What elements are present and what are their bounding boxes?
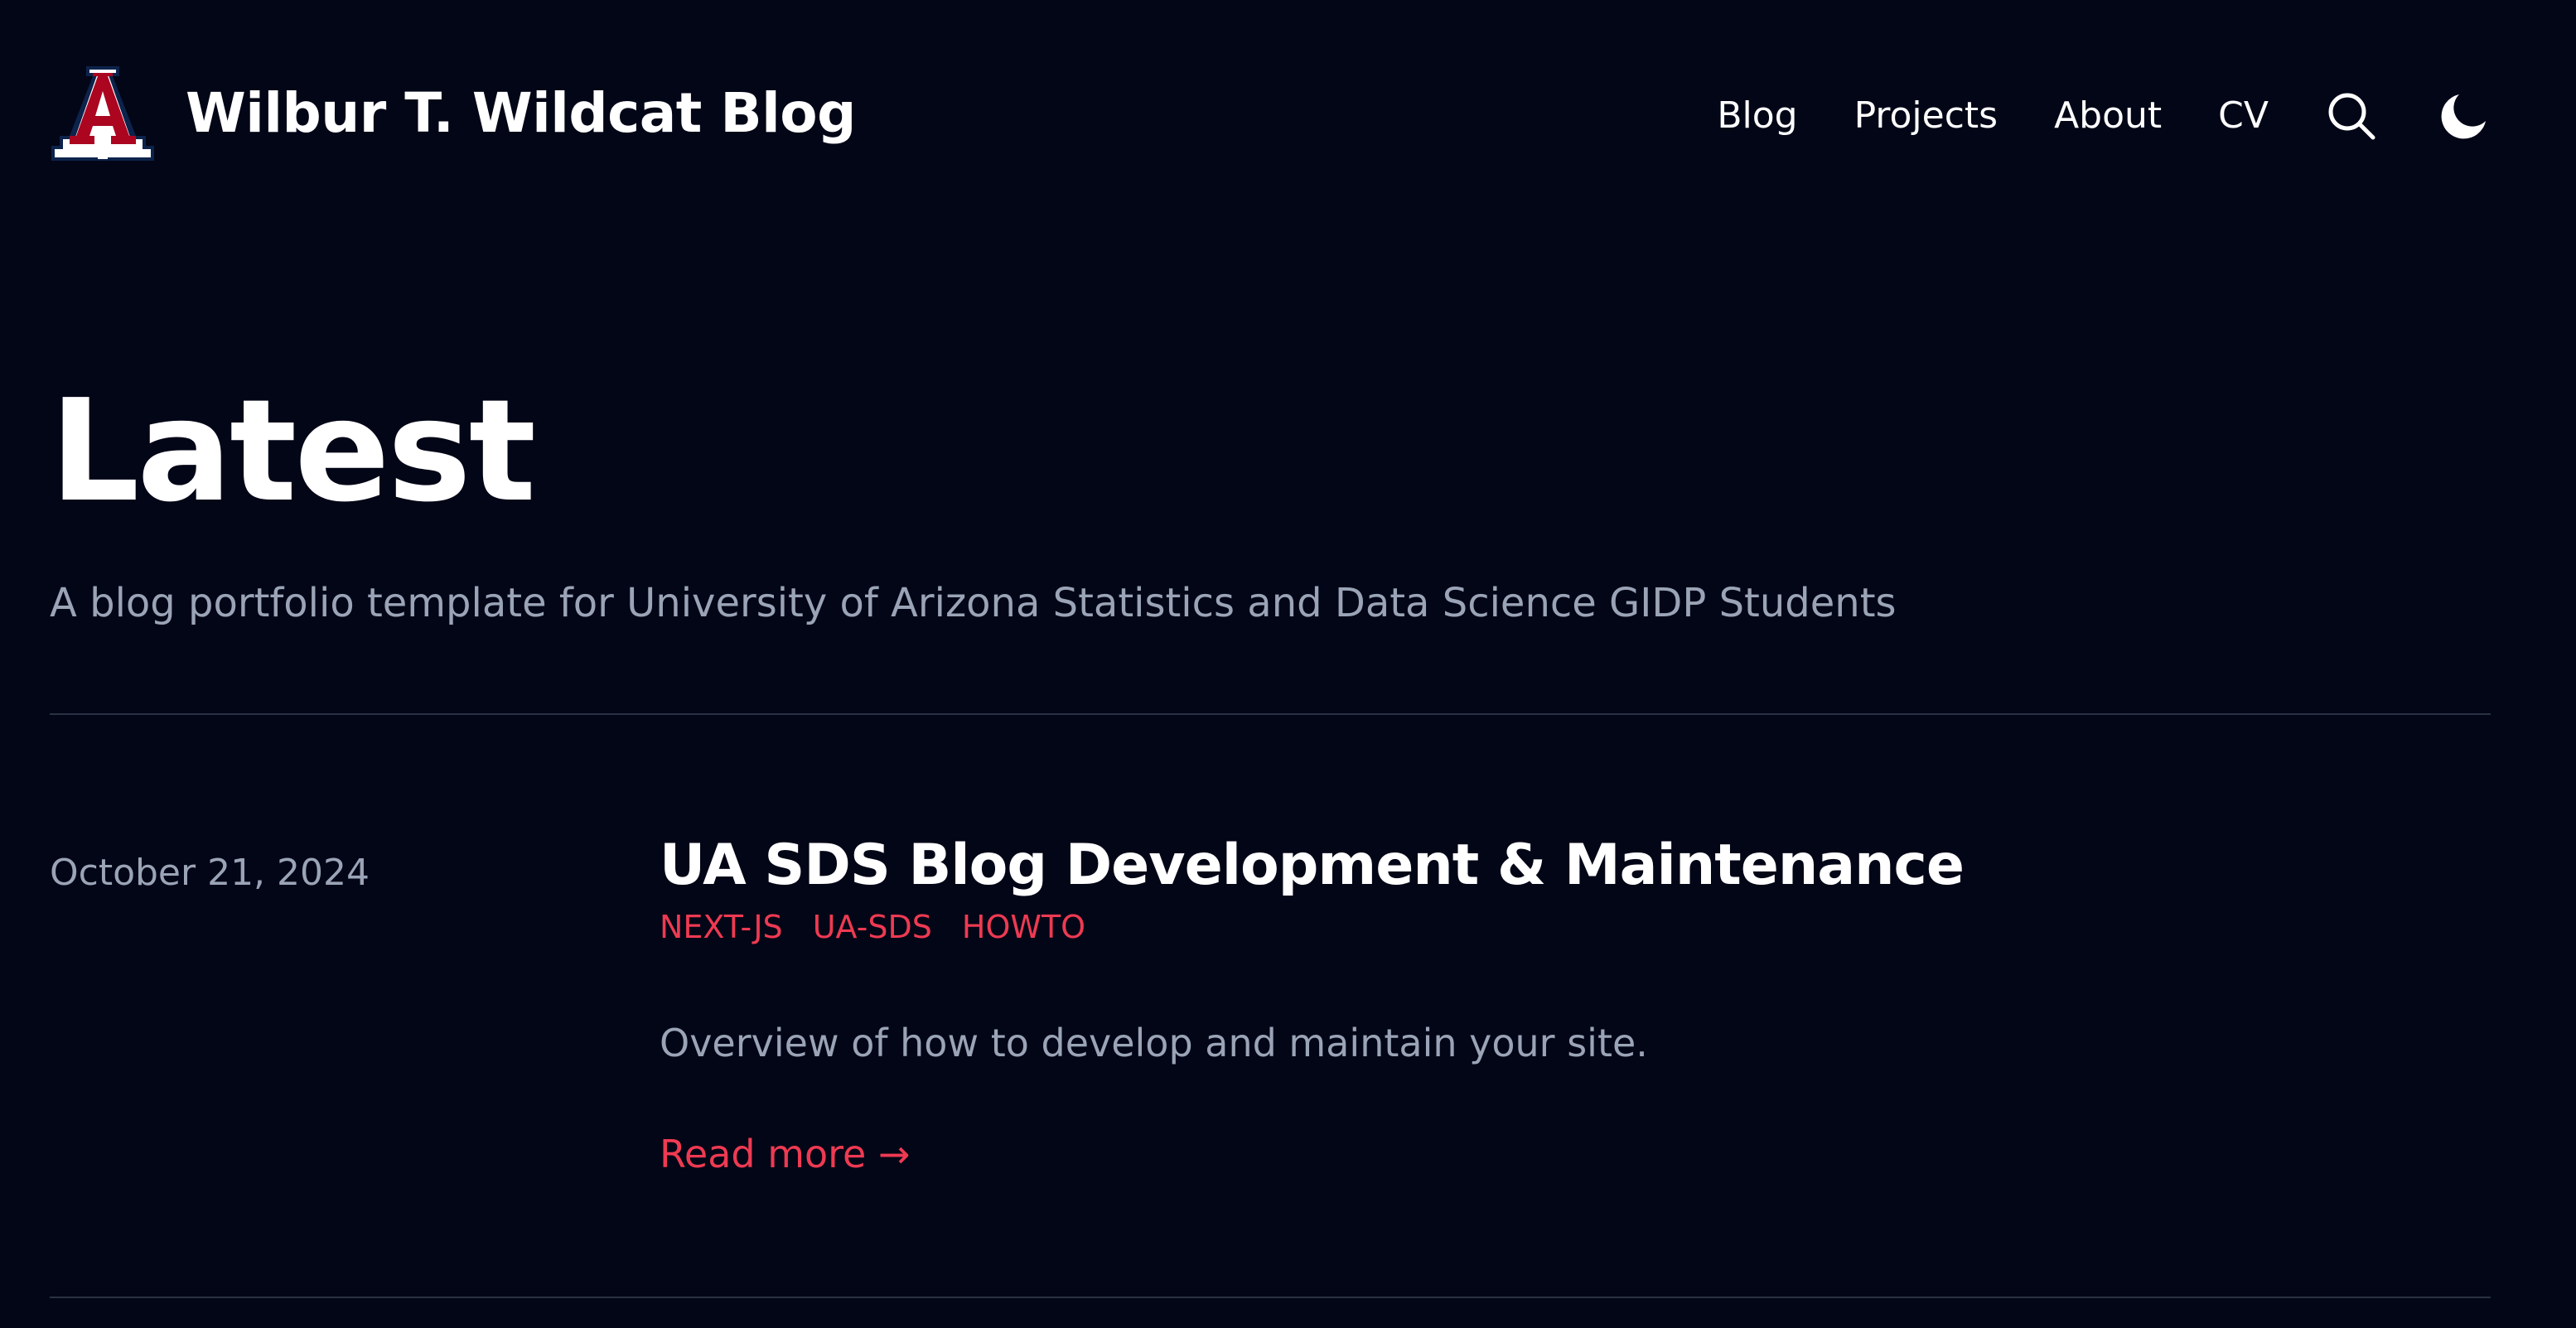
page-title: Latest bbox=[50, 369, 536, 534]
tag-ua-sds[interactable]: UA-SDS bbox=[813, 909, 932, 947]
site-header: Wilbur T. Wildcat Blog Blog Projects Abo… bbox=[50, 0, 2491, 232]
post-tags: NEXT-JS UA-SDS HOWTO bbox=[660, 909, 2482, 947]
read-more-link[interactable]: Read more → bbox=[660, 1132, 911, 1177]
arizona-a-logo-icon bbox=[51, 66, 154, 161]
post-title: UA SDS Blog Development & Maintenance bbox=[660, 833, 2482, 898]
nav-about[interactable]: About bbox=[2054, 98, 2162, 134]
tag-next-js[interactable]: NEXT-JS bbox=[660, 909, 783, 947]
divider bbox=[50, 1297, 2491, 1298]
post-summary: Overview of how to develop and maintain … bbox=[660, 1021, 1648, 1066]
search-icon[interactable] bbox=[2325, 89, 2378, 142]
nav-blog[interactable]: Blog bbox=[1717, 98, 1797, 134]
main-nav: Blog Projects About CV bbox=[1717, 85, 2491, 147]
post-body: UA SDS Blog Development & Maintenance NE… bbox=[660, 833, 2482, 1177]
divider bbox=[50, 713, 2491, 715]
page: Wilbur T. Wildcat Blog Blog Projects Abo… bbox=[50, 0, 2491, 1328]
nav-projects[interactable]: Projects bbox=[1854, 98, 1998, 134]
nav-cv[interactable]: CV bbox=[2218, 98, 2269, 134]
home-link[interactable]: Wilbur T. Wildcat Blog bbox=[50, 65, 856, 162]
post-date: October 21, 2024 bbox=[50, 852, 370, 894]
moon-icon[interactable] bbox=[2438, 89, 2491, 142]
page-description: A blog portfolio template for University… bbox=[50, 580, 1897, 626]
post-title-link[interactable]: UA SDS Blog Development & Maintenance bbox=[660, 833, 1965, 898]
site-title: Wilbur T. Wildcat Blog bbox=[186, 81, 856, 145]
tag-howto[interactable]: HOWTO bbox=[962, 909, 1085, 947]
